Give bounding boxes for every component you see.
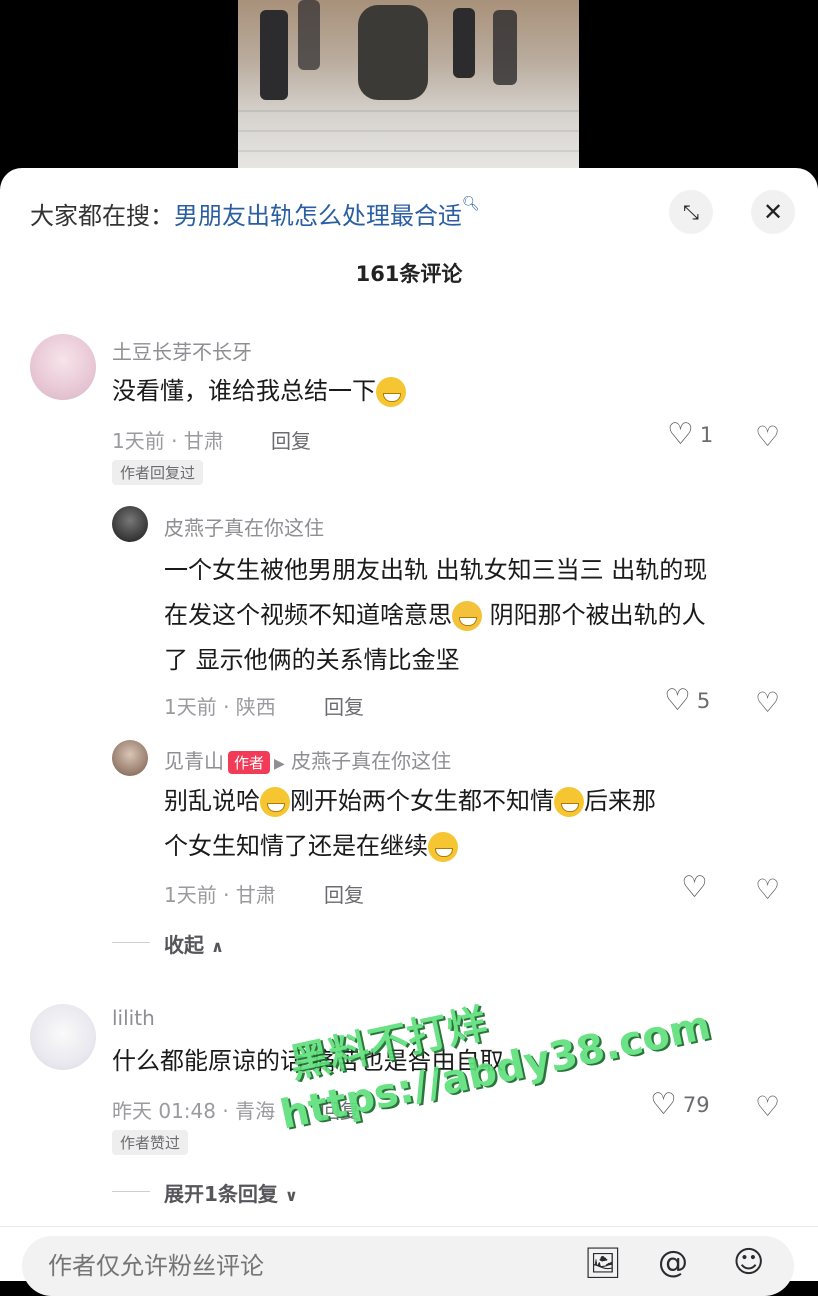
reply-text-line: 了 显示他俩的关系情比金坚 xyxy=(164,646,460,674)
search-icon: 🔍︎ xyxy=(462,196,480,212)
like-count: 5 xyxy=(696,689,711,713)
image-icon[interactable]: 🖼︎ xyxy=(584,1246,622,1281)
author-liked-tag: 作者赞过 xyxy=(112,1130,189,1155)
reply-author-name[interactable]: 见青山 xyxy=(164,749,224,773)
video-frame xyxy=(238,0,579,168)
reply-meta: 1天前 · 甘肃 xyxy=(164,883,276,907)
heart-icon: ♡ xyxy=(681,870,708,905)
comment-sheet: 大家都在搜：男朋友出轨怎么处理最合适🔍︎ ⤡ ✕ 161条评论 土豆长芽不长牙 … xyxy=(0,168,818,1296)
avatar[interactable] xyxy=(30,1004,96,1070)
reply-text-part: 阴阳那个被出轨的人 xyxy=(482,601,706,629)
comment-username[interactable]: 土豆长芽不长牙 xyxy=(112,336,252,365)
comment-username[interactable]: lilith xyxy=(112,1006,155,1030)
like-button[interactable]: ♡ 5 xyxy=(664,686,710,716)
reply-button[interactable]: 回复 xyxy=(324,879,364,908)
crying-laughing-emoji xyxy=(554,787,584,817)
reply-text-line: 个女生知情了还是在继续 xyxy=(164,824,804,869)
reply-text-part: 在发这个视频不知道啥意思 xyxy=(164,601,452,629)
heart-icon: ♡ xyxy=(650,1087,677,1122)
reply-text-part: 别乱说哈 xyxy=(164,787,260,815)
trending-search-query[interactable]: 男朋友出轨怎么处理最合适 xyxy=(174,202,462,230)
broken-heart-icon[interactable]: ♡ xyxy=(755,873,780,906)
author-badge: 作者 xyxy=(228,751,271,774)
collapse-label: 收起 xyxy=(164,933,204,957)
close-button[interactable]: ✕ xyxy=(751,190,795,234)
emoji-icon[interactable]: ☺ xyxy=(733,1245,764,1280)
reply-username: 见青山 作者 ▶ 皮燕子真在你这住 xyxy=(164,745,451,774)
grimacing-sweat-emoji xyxy=(376,377,406,407)
avatar[interactable] xyxy=(112,740,148,776)
comment-text-content: 没看懂，谁给我总结一下 xyxy=(112,377,376,405)
avatar[interactable] xyxy=(112,506,148,542)
broken-heart-icon[interactable]: ♡ xyxy=(755,686,780,719)
like-count: 1 xyxy=(699,423,714,447)
expand-label: 展开1条回复 xyxy=(164,1182,278,1206)
chevron-up-icon: ∧ xyxy=(210,937,224,956)
like-button[interactable]: ♡ xyxy=(681,873,714,903)
author-replied-tag: 作者回复过 xyxy=(112,460,204,485)
reply-arrow-icon: ▶ xyxy=(274,756,285,772)
reply-text-line: 一个女生被他男朋友出轨 出轨女知三当三 出轨的现 xyxy=(164,556,708,584)
heart-icon: ♡ xyxy=(667,417,694,452)
reply-username[interactable]: 皮燕子真在你这住 xyxy=(164,512,324,541)
reply-text: 别乱说哈 刚开始两个女生都不知情 后来那 个女生知情了还是在继续 xyxy=(164,779,804,869)
like-count: 79 xyxy=(682,1093,710,1117)
at-icon[interactable]: @ xyxy=(658,1245,688,1280)
smirk-emoji xyxy=(452,601,482,631)
reply-text-part: 刚开始两个女生都不知情 xyxy=(290,787,554,815)
reply-text-line: 别乱说哈 刚开始两个女生都不知情 后来那 xyxy=(164,779,804,824)
reply-text-line: 在发这个视频不知道啥意思 阴阳那个被出轨的人 xyxy=(164,593,804,638)
crying-laughing-emoji xyxy=(428,832,458,862)
reply-text: 一个女生被他男朋友出轨 出轨女知三当三 出轨的现 在发这个视频不知道啥意思 阴阳… xyxy=(164,548,804,683)
trending-search[interactable]: 大家都在搜：男朋友出轨怎么处理最合适🔍︎ xyxy=(30,196,480,231)
comment-count: 161条评论 xyxy=(355,262,463,286)
like-button[interactable]: ♡ 1 xyxy=(667,420,713,450)
crying-laughing-emoji xyxy=(260,787,290,817)
reply-to-username[interactable]: 皮燕子真在你这住 xyxy=(291,749,451,773)
expand-icon: ⤡ xyxy=(683,200,699,224)
avatar[interactable] xyxy=(30,334,96,400)
reply-text-part: 后来那 xyxy=(584,787,656,815)
broken-heart-icon[interactable]: ♡ xyxy=(755,420,780,453)
heart-icon: ♡ xyxy=(664,683,691,718)
trending-search-prefix: 大家都在搜： xyxy=(30,202,174,230)
comment-input[interactable] xyxy=(46,1251,550,1281)
reply-text-part: 个女生知情了还是在继续 xyxy=(164,832,428,860)
divider xyxy=(112,942,150,943)
expand-replies-button[interactable]: 展开1条回复 ∨ xyxy=(164,1178,298,1207)
divider xyxy=(112,1191,150,1192)
broken-heart-icon[interactable]: ♡ xyxy=(755,1090,780,1123)
comment-text: 什么都能原谅的话 痛苦也是咎由自取 xyxy=(112,1047,504,1075)
like-button[interactable]: ♡ 79 xyxy=(650,1090,710,1120)
reply-button[interactable]: 回复 xyxy=(271,425,311,454)
comment-meta: 昨天 01:48 · 青海 xyxy=(112,1099,276,1123)
reply-button[interactable]: 回复 xyxy=(320,1095,360,1124)
reply-button[interactable]: 回复 xyxy=(324,691,364,720)
comment-text: 没看懂，谁给我总结一下 xyxy=(112,369,406,414)
collapse-replies-button[interactable]: 收起 ∧ xyxy=(164,929,224,958)
chevron-down-icon: ∨ xyxy=(284,1186,298,1205)
close-icon: ✕ xyxy=(762,198,784,226)
comment-meta: 1天前 · 甘肃 xyxy=(112,429,224,453)
reply-meta: 1天前 · 陕西 xyxy=(164,695,276,719)
expand-button[interactable]: ⤡ xyxy=(669,190,713,234)
